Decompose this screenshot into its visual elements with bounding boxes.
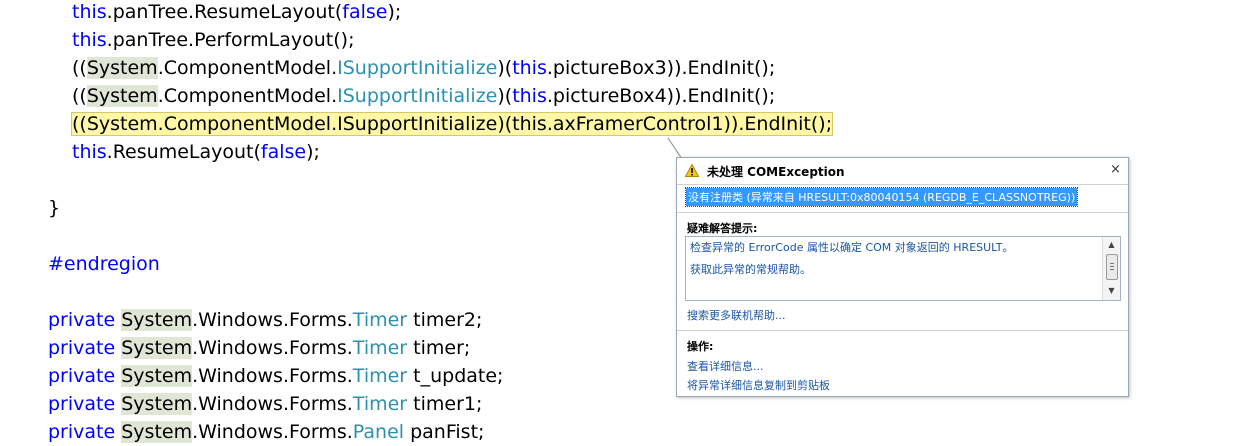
reference-highlight: System: [86, 85, 158, 107]
field-declaration: private System.Windows.Forms.Timer timer…: [48, 306, 482, 334]
field-declaration: private System.Windows.Forms.Timer timer…: [48, 334, 470, 362]
tip-link[interactable]: 检查异常的 ErrorCode 属性以确定 COM 对象返回的 HRESULT。: [690, 239, 1014, 255]
code-text: panFist;: [404, 421, 485, 443]
code-text: .pictureBox4)).EndInit();: [546, 85, 776, 107]
reference-highlight: System: [121, 309, 193, 331]
code-text: .ResumeLayout(: [106, 141, 261, 163]
current-statement-highlight: ((System.ComponentModel.ISupportInitiali…: [70, 112, 834, 136]
keyword: private: [48, 309, 116, 331]
field-declaration: private System.Windows.Forms.Timer t_upd…: [48, 362, 503, 390]
grip-line: [1110, 269, 1114, 270]
code-text: .Windows.Forms.: [192, 365, 353, 387]
code-line: this.ResumeLayout(false);: [72, 138, 320, 166]
code-text: );: [387, 1, 402, 23]
divider: [677, 212, 1128, 213]
type-name: Timer: [352, 365, 408, 387]
troubleshooting-tips-list[interactable]: 检查异常的 ErrorCode 属性以确定 COM 对象返回的 HRESULT。…: [685, 236, 1121, 301]
warning-icon: [685, 164, 699, 177]
code-text: .Windows.Forms.: [192, 309, 353, 331]
field-declaration: private System.Windows.Forms.Panel panFi…: [48, 418, 484, 446]
divider: [677, 330, 1128, 331]
type-name: Panel: [352, 421, 405, 443]
keyword: this: [72, 141, 107, 163]
code-text: .Windows.Forms.: [192, 337, 353, 359]
exception-assistant-dialog[interactable]: 未处理 COMException × 没有注册类 (异常来自 HRESULT:0…: [676, 157, 1129, 397]
code-text: );: [306, 141, 320, 163]
keyword: false: [260, 141, 307, 163]
code-line: ((System.ComponentModel.ISupportInitiali…: [72, 82, 775, 110]
exception-message[interactable]: 没有注册类 (异常来自 HRESULT:0x80040154 (REGDB_E_…: [684, 187, 1079, 207]
keyword: private: [48, 393, 116, 415]
reference-highlight: System: [86, 57, 158, 79]
code-text: .Windows.Forms.: [192, 393, 353, 415]
reference-highlight: System: [121, 421, 193, 443]
type-name: Timer: [352, 337, 408, 359]
closing-brace: }: [48, 197, 61, 219]
type-name: ISupportInitialize: [337, 85, 498, 107]
field-declaration: private System.Windows.Forms.Timer timer…: [48, 390, 482, 418]
reference-highlight: System: [121, 365, 193, 387]
copy-exception-detail-link[interactable]: 将异常详细信息复制到剪贴板: [687, 377, 830, 393]
grip-line: [1110, 263, 1114, 264]
scroll-up-icon[interactable]: ▲: [1103, 239, 1120, 251]
keyword: this: [72, 29, 107, 51]
code-text: .Windows.Forms.: [192, 421, 353, 443]
code-text: ((: [72, 57, 87, 79]
view-detail-link[interactable]: 查看详细信息...: [687, 358, 764, 374]
scroll-down-icon[interactable]: ▼: [1103, 285, 1120, 297]
code-text: .pictureBox3)).EndInit();: [546, 57, 776, 79]
code-text: timer2;: [407, 309, 483, 331]
type-name: Timer: [352, 309, 408, 331]
troubleshooting-heading: 疑难解答提示:: [687, 222, 758, 235]
type-name: Timer: [352, 393, 408, 415]
code-line: this.panTree.ResumeLayout(false);: [72, 0, 401, 26]
vertical-scrollbar[interactable]: ▲ ▼: [1102, 237, 1120, 300]
scrollbar-thumb[interactable]: [1106, 254, 1118, 280]
code-text: )(: [497, 85, 513, 107]
code-text: timer;: [407, 337, 471, 359]
code-text: .panTree.ResumeLayout(: [106, 1, 343, 23]
dialog-title: 未处理 COMException: [707, 165, 845, 179]
keyword: this: [512, 85, 547, 107]
code-text: t_update;: [407, 365, 504, 387]
code-text: .ComponentModel.: [157, 57, 338, 79]
grip-line: [1110, 266, 1114, 267]
code-text: )(: [497, 57, 513, 79]
code-line: this.panTree.PerformLayout();: [72, 26, 354, 54]
code-line: ((System.ComponentModel.ISupportInitiali…: [72, 54, 775, 82]
actions-heading: 操作:: [687, 340, 714, 353]
reference-highlight: System: [121, 393, 193, 415]
search-online-help-link[interactable]: 搜索更多联机帮助...: [687, 307, 786, 323]
code-text: .ComponentModel.: [157, 85, 338, 107]
tip-link[interactable]: 获取此异常的常规帮助。: [690, 261, 811, 277]
dialog-title-bar: 未处理 COMException ×: [677, 158, 1128, 184]
code-text: .panTree.PerformLayout();: [106, 29, 355, 51]
code-text: ((: [72, 85, 87, 107]
current-statement-line: ((System.ComponentModel.ISupportInitiali…: [70, 110, 834, 138]
keyword: this: [512, 57, 547, 79]
keyword: private: [48, 365, 116, 387]
divider: [677, 184, 1128, 185]
keyword: this: [72, 1, 107, 23]
reference-highlight: System: [121, 337, 193, 359]
close-icon[interactable]: ×: [1110, 163, 1121, 177]
keyword: private: [48, 337, 116, 359]
keyword: false: [342, 1, 388, 23]
endregion-directive: #endregion: [48, 253, 160, 275]
type-name: ISupportInitialize: [337, 57, 498, 79]
code-text: timer1;: [407, 393, 483, 415]
keyword: private: [48, 421, 116, 443]
